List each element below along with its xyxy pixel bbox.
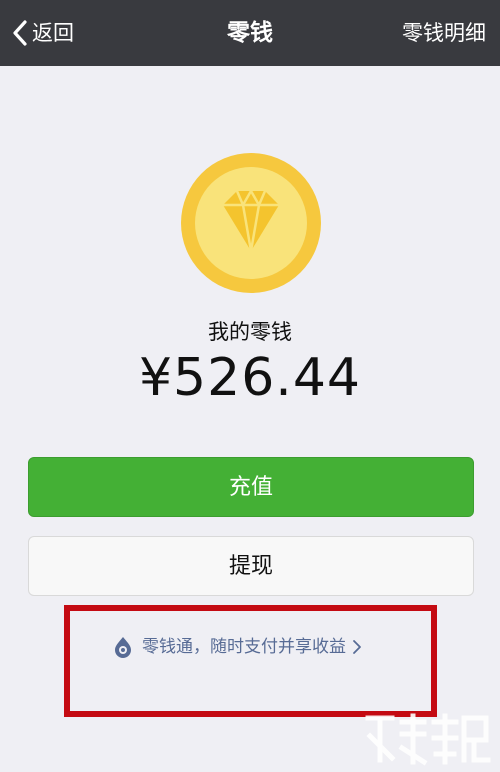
withdraw-button[interactable]: 提现: [28, 536, 474, 596]
lingqiantong-link[interactable]: 零钱通，随时支付并享收益: [112, 634, 362, 660]
balance-label: 我的零钱: [208, 320, 292, 344]
lingqiantong-drop-icon: [115, 637, 131, 658]
navigation-bar: 返回 零钱 零钱明细: [0, 0, 500, 66]
recharge-button[interactable]: 充值: [28, 457, 474, 517]
diamond-coin-icon: [181, 153, 321, 293]
balance-amount: ¥526.44: [138, 348, 362, 408]
highlight-annotation-box: [64, 605, 437, 717]
balance-details-link[interactable]: 零钱明细: [402, 18, 486, 48]
lingqiantong-link-text: 零钱通，随时支付并享收益: [142, 637, 346, 657]
chevron-right-icon: [353, 640, 361, 654]
watermark-logo: [365, 713, 491, 766]
